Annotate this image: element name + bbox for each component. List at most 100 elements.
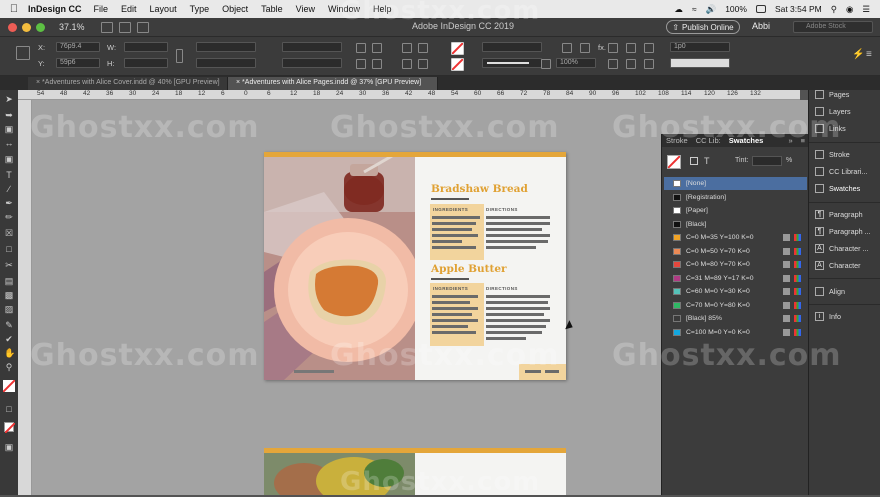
panel-menu-icon[interactable]: ≡ (866, 49, 872, 60)
x-position-input[interactable]: 76p9.4 (56, 42, 100, 52)
swatch-item[interactable]: C=100 M=0 Y=0 K=0 (664, 326, 807, 339)
menu-view[interactable]: View (296, 4, 315, 14)
screen-mode-icon[interactable] (118, 21, 131, 33)
flip-horizontal-icon[interactable] (356, 59, 366, 69)
stroke-weight-input[interactable] (482, 42, 542, 52)
panel-links[interactable]: Links (815, 124, 846, 133)
menu-help[interactable]: Help (373, 4, 392, 14)
panel-swatches[interactable]: Swatches (815, 184, 860, 193)
menu-file[interactable]: File (94, 4, 109, 14)
gradient-swatch-tool-icon[interactable]: ▩ (4, 290, 14, 300)
swatch-item[interactable]: [Paper] (664, 204, 807, 217)
reference-point-icon[interactable] (16, 46, 30, 60)
wifi-icon[interactable]: ≈ (692, 4, 697, 14)
tab-stroke[interactable]: Stroke (662, 136, 692, 145)
workspace-switcher[interactable]: Abbi (752, 21, 770, 31)
panel-layers[interactable]: Layers (815, 107, 851, 116)
effects-icon[interactable] (580, 43, 590, 53)
rotate-ccw-icon[interactable] (372, 43, 382, 53)
object-style-select[interactable] (670, 58, 730, 68)
panel-info[interactable]: i Info (815, 312, 841, 321)
tab-cc-libraries[interactable]: CC Lib: (692, 136, 725, 145)
zoom-level-field[interactable]: 37.1% (59, 22, 85, 32)
panel-stroke[interactable]: Stroke (815, 150, 850, 159)
rotate-cw-icon[interactable] (356, 43, 366, 53)
center-content-icon[interactable] (644, 59, 654, 69)
gap-tool-icon[interactable]: ↔ (4, 138, 14, 148)
recipe-title-apple-butter[interactable]: Apple Butter (431, 263, 507, 275)
pen-tool-icon[interactable]: ✒ (4, 198, 14, 208)
minimize-window-button[interactable] (22, 22, 31, 32)
panel-cc-libraries[interactable]: CC Librari... (815, 167, 867, 176)
opacity-icon[interactable] (541, 59, 551, 69)
panel-character-styles[interactable]: A Character ... (815, 244, 869, 253)
menu-object[interactable]: Object (222, 4, 248, 14)
apply-none-icon[interactable] (4, 422, 16, 434)
menu-edit[interactable]: Edit (121, 4, 137, 14)
apple-menu-icon[interactable]:  (0, 3, 28, 15)
gradient-feather-tool-icon[interactable]: ▨ (4, 304, 14, 314)
fill-stroke-icon[interactable] (2, 379, 16, 393)
spotlight-icon[interactable]: ⚲ (831, 4, 837, 15)
creative-cloud-icon[interactable]: ☁ (674, 4, 683, 15)
ingredients-box-1[interactable] (430, 204, 484, 260)
tab-pages-document[interactable]: × *Adventures with Alice Pages.indd @ 37… (228, 77, 438, 90)
frame-fitting-icon[interactable] (608, 59, 618, 69)
shear-angle-input[interactable] (282, 58, 342, 68)
opacity-input[interactable]: 100% (556, 58, 596, 68)
screen-mode-icon[interactable]: ▣ (4, 442, 14, 452)
container-toggle-icon[interactable] (690, 157, 698, 165)
close-window-button[interactable] (8, 22, 17, 32)
vertical-ruler[interactable] (18, 100, 32, 495)
document-spread[interactable]: Bradshaw Bread INGREDIENTS DIRECTIONS Ap… (264, 152, 566, 380)
eyedropper-tool-icon[interactable]: ✔ (4, 334, 14, 344)
width-input[interactable] (124, 42, 168, 52)
battery-percent[interactable]: 100% (725, 4, 747, 14)
type-tool-icon[interactable]: T (4, 170, 14, 180)
rectangle-frame-tool-icon[interactable]: ☒ (4, 228, 14, 238)
swatch-item[interactable]: C=60 M=0 Y=30 K=0 (664, 285, 807, 298)
adobe-stock-search-input[interactable]: Adobe Stock (793, 21, 873, 33)
menu-type[interactable]: Type (190, 4, 210, 14)
siri-icon[interactable]: ◉ (846, 4, 853, 15)
tint-input[interactable] (752, 156, 782, 166)
formatting-affects-container-icon[interactable]: □ (4, 404, 14, 414)
direct-selection-tool-icon[interactable]: ➥ (4, 110, 14, 120)
drop-shadow-icon[interactable] (562, 43, 572, 53)
constrain-proportions-icon[interactable] (176, 49, 183, 63)
select-next-icon[interactable] (418, 59, 428, 69)
auto-fit-icon[interactable] (644, 43, 654, 53)
stroke-swatch-icon[interactable] (451, 58, 464, 71)
swatch-item[interactable]: [Black] (664, 218, 807, 231)
panel-paragraph[interactable]: ¶ Paragraph (815, 210, 863, 219)
view-options-icon[interactable] (100, 21, 113, 33)
line-tool-icon[interactable]: ∕ (4, 184, 14, 194)
rectangle-tool-icon[interactable]: □ (4, 244, 14, 254)
swatch-item[interactable]: C=0 M=50 Y=70 K=0 (664, 245, 807, 258)
fill-stroke-proxy-icon[interactable] (667, 155, 681, 169)
menu-layout[interactable]: Layout (150, 4, 177, 14)
notification-center-icon[interactable]: ☰ (862, 4, 870, 15)
swatch-item[interactable]: C=0 M=80 Y=70 K=0 (664, 258, 807, 271)
footer-box[interactable] (519, 364, 566, 380)
menu-table[interactable]: Table (261, 4, 283, 14)
stroke-type-select[interactable] (482, 58, 542, 68)
fit-content-icon[interactable] (626, 59, 636, 69)
flip-vertical-icon[interactable] (372, 59, 382, 69)
height-input[interactable] (124, 58, 168, 68)
quick-apply-icon[interactable]: ⚡ (852, 49, 864, 60)
swatch-item[interactable]: [None] (664, 177, 807, 190)
pencil-tool-icon[interactable]: ✏ (4, 212, 14, 222)
swatch-item[interactable]: [Black] 85% (664, 312, 807, 325)
volume-icon[interactable]: 🔊 (706, 4, 717, 15)
text-wrap-icon[interactable] (608, 43, 618, 53)
scissors-tool-icon[interactable]: ✂ (4, 260, 14, 270)
menu-window[interactable]: Window (328, 4, 360, 14)
panel-paragraph-styles[interactable]: ¶ Paragraph ... (815, 227, 871, 236)
swatch-item[interactable]: C=31 M=89 Y=17 K=0 (664, 272, 807, 285)
document-spread-2[interactable] (264, 448, 566, 495)
swatch-item[interactable]: [Registration] (664, 191, 807, 204)
recipe-title-bradshaw-bread[interactable]: Bradshaw Bread (431, 183, 528, 195)
content-collector-icon[interactable]: ▣ (4, 154, 14, 164)
selection-tool-icon[interactable]: ➤ (4, 94, 14, 104)
